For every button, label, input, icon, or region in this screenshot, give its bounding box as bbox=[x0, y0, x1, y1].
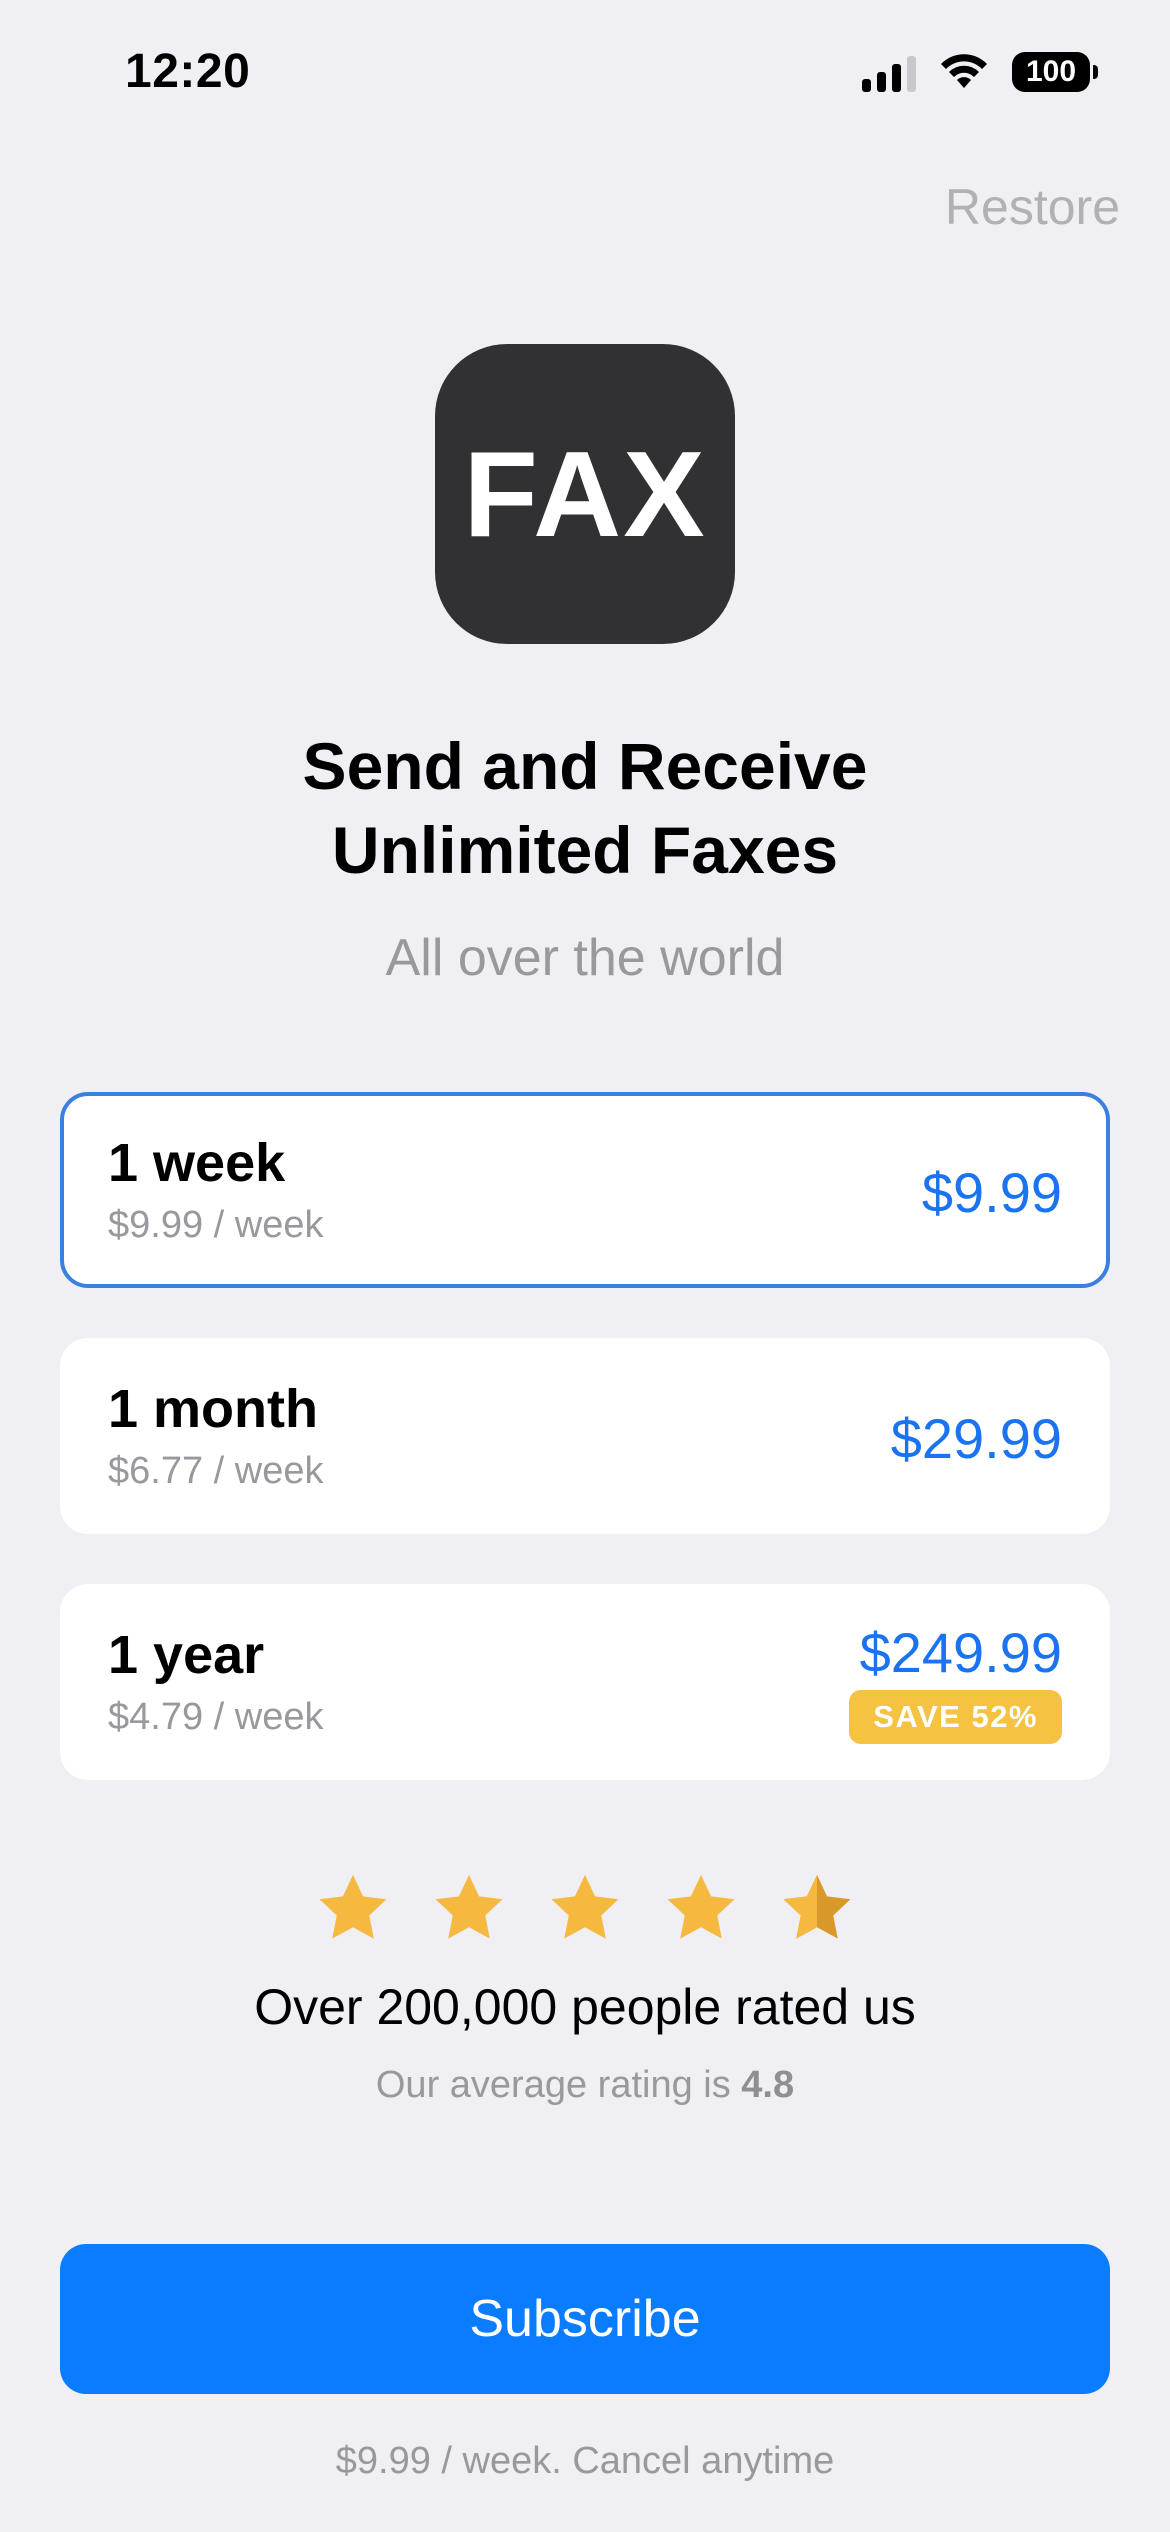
plan-name: 1 week bbox=[108, 1133, 286, 1193]
page-subtitle: All over the world bbox=[385, 929, 785, 987]
status-time: 12:20 bbox=[125, 45, 251, 98]
plan-per-week: $9.99 / week bbox=[108, 1204, 324, 1246]
star-icon bbox=[319, 1874, 387, 1939]
plan-name: 1 month bbox=[108, 1379, 318, 1439]
title-line-2: Unlimited Faxes bbox=[331, 813, 839, 887]
rating-headline: Over 200,000 people rated us bbox=[254, 1979, 916, 2035]
battery-level: 100 bbox=[1025, 55, 1077, 88]
plan-name: 1 year bbox=[108, 1625, 265, 1685]
app-icon: FAX bbox=[435, 344, 735, 644]
plan-price: $29.99 bbox=[890, 1407, 1062, 1470]
battery-icon: 100 bbox=[1012, 52, 1098, 92]
restore-button[interactable]: Restore bbox=[945, 178, 1120, 236]
star-icon bbox=[667, 1874, 735, 1939]
plan-per-week: $4.79 / week bbox=[108, 1696, 324, 1738]
status-icons: 100 bbox=[862, 52, 1098, 92]
subscription-terms: $9.99 / week. Cancel anytime bbox=[335, 2440, 835, 2482]
app-icon-text: FAX bbox=[463, 426, 707, 562]
plan-price: $9.99 bbox=[921, 1161, 1062, 1224]
star-icon bbox=[551, 1874, 619, 1939]
plan-option-year[interactable]: 1 year $4.79 / week $249.99 SAVE 52% bbox=[60, 1584, 1110, 1780]
plan-option-week[interactable]: 1 week $9.99 / week $9.99 bbox=[60, 1092, 1110, 1288]
rating-stars bbox=[0, 1870, 1170, 1948]
plan-option-month[interactable]: 1 month $6.77 / week $29.99 bbox=[60, 1338, 1110, 1534]
save-badge: SAVE 52% bbox=[849, 1690, 1062, 1744]
star-icon bbox=[435, 1874, 503, 1939]
title-line-1: Send and Receive bbox=[302, 729, 868, 803]
wifi-icon bbox=[941, 54, 987, 88]
plan-price: $249.99 bbox=[859, 1621, 1062, 1684]
half-star-icon bbox=[783, 1874, 851, 1939]
cellular-signal-icon bbox=[862, 52, 916, 92]
average-rating-label: Our average rating is bbox=[375, 2064, 742, 2106]
subscribe-button[interactable]: Subscribe bbox=[60, 2244, 1110, 2394]
plan-per-week: $6.77 / week bbox=[108, 1450, 324, 1492]
average-rating-value: 4.8 bbox=[741, 2064, 795, 2106]
page-title: Send and Receive Unlimited Faxes bbox=[0, 724, 1170, 892]
average-rating: Our average rating is 4.8 bbox=[0, 2064, 1170, 2107]
paywall-screen: 12:20 100 Restore FAX Send and Receive U… bbox=[0, 0, 1170, 2532]
